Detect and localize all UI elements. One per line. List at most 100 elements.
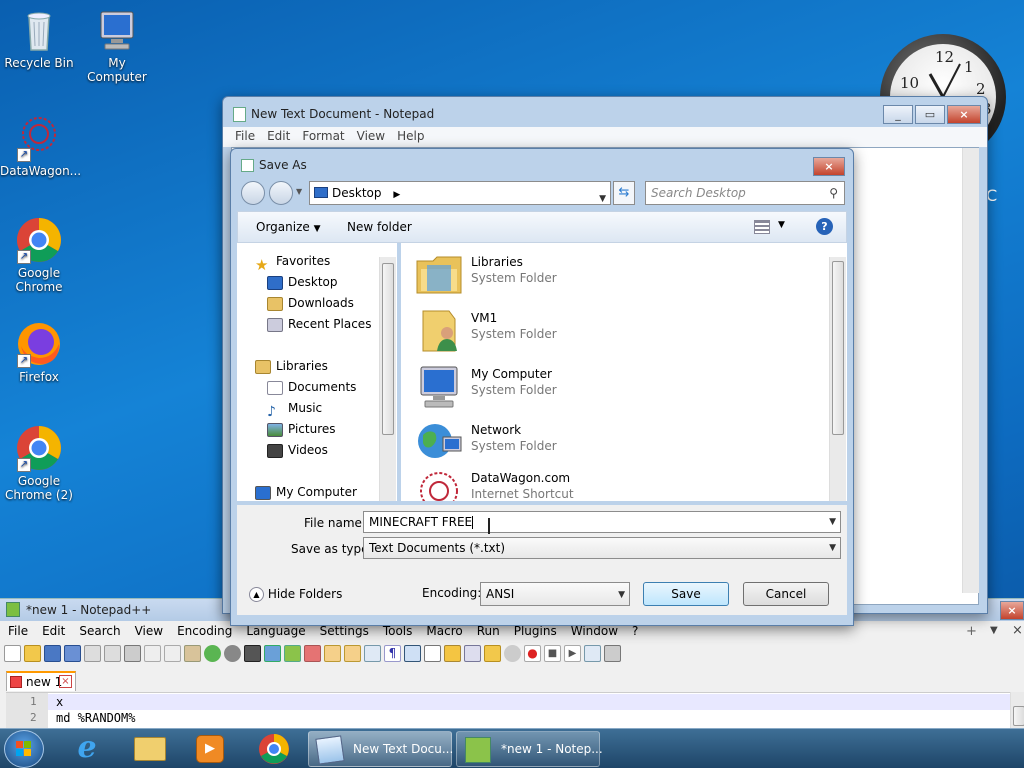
view-options-icon[interactable] <box>754 220 770 234</box>
close-file-icon[interactable] <box>84 644 101 662</box>
open-file-icon[interactable] <box>24 644 41 662</box>
taskbar-notepad-button[interactable]: New Text Docu... <box>308 731 453 767</box>
play-macro-icon[interactable]: ▶ <box>564 644 581 662</box>
indent-guide-icon[interactable] <box>404 644 421 662</box>
desktop-icon-firefox[interactable]: ↗ Firefox <box>0 320 78 384</box>
save-macro-icon[interactable] <box>604 644 621 662</box>
nav-pictures[interactable]: Pictures <box>267 419 336 439</box>
cut-icon[interactable] <box>144 644 161 662</box>
start-button[interactable] <box>4 730 44 768</box>
npp-tab-new1[interactable]: new 1 × <box>6 671 76 691</box>
npp-menu-edit[interactable]: Edit <box>42 624 65 638</box>
npp-menu-search[interactable]: Search <box>79 624 120 638</box>
npp-menu-tools[interactable]: Tools <box>383 624 413 638</box>
breadcrumb-arrow-icon[interactable]: ▶ <box>393 190 400 200</box>
tab-close-icon[interactable]: × <box>59 675 72 688</box>
npp-menu-language[interactable]: Language <box>246 624 305 638</box>
show-all-chars-icon[interactable]: ¶ <box>384 644 401 662</box>
nav-downloads[interactable]: Downloads <box>267 293 354 313</box>
file-list-scrollbar[interactable] <box>829 257 846 501</box>
nav-desktop[interactable]: Desktop <box>267 272 338 292</box>
replace-icon[interactable] <box>264 644 281 662</box>
npp-menu-view[interactable]: View <box>135 624 163 638</box>
save-type-select[interactable]: Text Documents (*.txt) ▼ <box>363 537 841 559</box>
redo-icon[interactable] <box>224 644 241 662</box>
notepad-menu-view[interactable]: View <box>357 129 385 143</box>
file-name-dropdown-icon[interactable]: ▼ <box>829 512 836 532</box>
cancel-button[interactable]: Cancel <box>743 582 829 606</box>
notepad-close-button[interactable]: × <box>947 105 981 124</box>
address-dropdown-icon[interactable]: ▼ <box>599 188 606 210</box>
zoom-out-icon[interactable] <box>304 644 321 662</box>
hide-folders-button[interactable]: ▲ Hide Folders <box>249 587 342 602</box>
folder-workspace-icon[interactable] <box>484 644 501 662</box>
notepad-maximize-button[interactable]: ▭ <box>915 105 945 124</box>
file-name-input[interactable]: MINECRAFT FREE ▼ <box>363 511 841 533</box>
notepad-scrollbar[interactable] <box>962 148 979 593</box>
npp-menu-settings[interactable]: Settings <box>320 624 369 638</box>
npp-close-button[interactable]: × <box>1000 601 1024 620</box>
view-chevron-down-icon[interactable]: ▼ <box>778 220 785 230</box>
desktop-icon-google-chrome[interactable]: ↗ Google Chrome <box>0 216 78 294</box>
nav-scrollbar[interactable] <box>379 257 396 501</box>
npp-menu-file[interactable]: File <box>8 624 28 638</box>
nav-videos[interactable]: Videos <box>267 440 328 460</box>
organize-button[interactable]: Organize ▼ <box>256 220 321 234</box>
udl-icon[interactable] <box>424 644 441 662</box>
npp-menu-plugins[interactable]: Plugins <box>514 624 557 638</box>
npp-close-doc-button[interactable]: × <box>1012 623 1023 638</box>
notepad-menu-format[interactable]: Format <box>302 129 344 143</box>
back-button[interactable] <box>241 181 265 205</box>
save-button[interactable]: Save <box>643 582 729 606</box>
npp-menu-macro[interactable]: Macro <box>426 624 462 638</box>
npp-add-tab-button[interactable]: + <box>966 624 977 639</box>
npp-editor[interactable]: 1 x 2 md %RANDOM% <box>6 692 1010 730</box>
doc-map-icon[interactable] <box>444 644 461 662</box>
npp-scrollbar[interactable] <box>1010 692 1024 729</box>
encoding-select[interactable]: ANSI ▼ <box>480 582 630 606</box>
npp-menu-run[interactable]: Run <box>477 624 500 638</box>
nav-my-computer[interactable]: My Computer <box>255 482 357 502</box>
encoding-dropdown-icon[interactable]: ▼ <box>618 584 625 606</box>
notepad-menu-edit[interactable]: Edit <box>267 129 290 143</box>
npp-tab-list-button[interactable]: ▼ <box>990 625 998 636</box>
print-icon[interactable] <box>124 644 141 662</box>
desktop-icon-datawagon[interactable]: ↗ DataWagon... <box>0 114 81 178</box>
nav-recent-places[interactable]: Recent Places <box>267 314 371 334</box>
close-all-icon[interactable] <box>104 644 121 662</box>
nav-documents[interactable]: Documents <box>267 377 356 397</box>
npp-menu-help[interactable]: ? <box>632 624 638 638</box>
recent-locations-chevron-icon[interactable]: ▼ <box>296 187 302 196</box>
function-list-icon[interactable] <box>464 644 481 662</box>
desktop-icon-google-chrome-2[interactable]: ↗ Google Chrome (2) <box>0 424 78 502</box>
save-type-dropdown-icon[interactable]: ▼ <box>829 538 836 558</box>
desktop-icon-my-computer[interactable]: My Computer <box>78 6 156 84</box>
taskbar-explorer-icon[interactable] <box>134 737 166 761</box>
run-macro-multiple-icon[interactable] <box>584 644 601 662</box>
zoom-in-icon[interactable] <box>284 644 301 662</box>
nav-libraries[interactable]: Libraries <box>255 356 328 376</box>
address-bar[interactable]: Desktop ▶ ▼ <box>309 181 611 205</box>
taskbar-media-player-icon[interactable]: ▶ <box>196 735 224 763</box>
refresh-button[interactable]: ⇆ <box>613 181 635 205</box>
sync-h-icon[interactable] <box>344 644 361 662</box>
sync-v-icon[interactable] <box>324 644 341 662</box>
save-icon[interactable] <box>44 644 61 662</box>
nav-favorites[interactable]: ★ Favorites <box>255 251 330 274</box>
notepad-menu-file[interactable]: File <box>235 129 255 143</box>
monitor-icon[interactable] <box>504 644 521 662</box>
npp-menu-window[interactable]: Window <box>571 624 618 638</box>
taskbar-chrome-icon[interactable] <box>258 733 290 765</box>
taskbar-notepadpp-button[interactable]: *new 1 - Notep... <box>456 731 603 767</box>
find-icon[interactable] <box>244 644 261 662</box>
nav-music[interactable]: ♪ Music <box>267 398 322 420</box>
forward-button[interactable] <box>269 181 293 205</box>
taskbar-ie-icon[interactable]: e <box>70 733 104 765</box>
record-macro-icon[interactable]: ● <box>524 644 541 662</box>
word-wrap-icon[interactable] <box>364 644 381 662</box>
dialog-close-button[interactable]: × <box>813 157 845 176</box>
copy-icon[interactable] <box>164 644 181 662</box>
new-folder-button[interactable]: New folder <box>347 220 412 234</box>
notepad-menu-help[interactable]: Help <box>397 129 424 143</box>
npp-menu-encoding[interactable]: Encoding <box>177 624 232 638</box>
